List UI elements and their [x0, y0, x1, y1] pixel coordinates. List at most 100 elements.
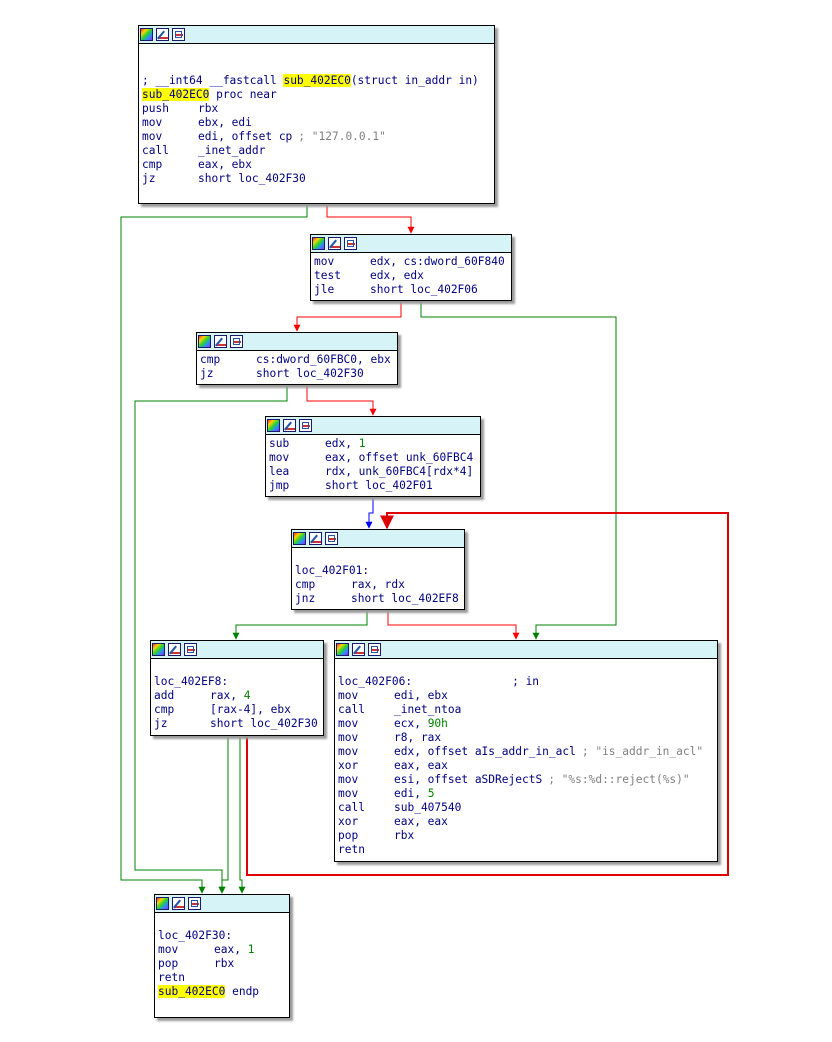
edge-loop-to-ef8[interactable]	[232, 610, 368, 640]
block-sub-402ec0-entry[interactable]: ; __int64 __fastcall sub_402EC0(struct i…	[138, 25, 495, 204]
instruction-row[interactable]: jz short loc_402F30	[142, 172, 491, 186]
instruction-row[interactable]: cmp cs:dword_60FBC0, ebx	[200, 353, 394, 367]
rename-pencil-icon[interactable]	[352, 643, 365, 656]
graph-view-icon[interactable]	[184, 643, 197, 656]
block-loc-402f01[interactable]: loc_402F01: cmp rax, rdx jnz short loc_402E…	[291, 529, 465, 610]
instruction-row[interactable]: call _inet_ntoa	[338, 703, 714, 717]
mnemonic: jz	[154, 717, 168, 730]
graph-view-icon[interactable]	[299, 419, 312, 432]
instruction-row[interactable]: pop rbx	[338, 829, 714, 843]
instruction-row[interactable]: push rbx	[142, 102, 491, 116]
instruction-row[interactable]: mov ecx, 90h	[338, 717, 714, 731]
instruction-row[interactable]: cmp eax, ebx	[142, 158, 491, 172]
instruction-row[interactable]: jnz short loc_402EF8	[295, 592, 461, 606]
instruction-row[interactable]: mov edx, cs:dword_60F840	[314, 255, 508, 269]
color-palette-icon[interactable]	[267, 419, 280, 432]
block-setup-loop[interactable]: sub edx, 1 mov eax, offset unk_60FBC4 lea rdx…	[265, 416, 481, 497]
instruction-row[interactable]: mov edx, offset aIs_addr_in_acl ; "is_addr…	[338, 745, 714, 759]
location-label[interactable]: loc_402EF8:	[154, 675, 320, 689]
block-loc-402f06[interactable]: loc_402F06: ; in mov edi, ebx call _inet_nto…	[334, 640, 718, 862]
instruction-row[interactable]: test edx, edx	[314, 269, 508, 283]
color-palette-icon[interactable]	[198, 335, 211, 348]
block-check-count[interactable]: mov edx, cs:dword_60F840 test edx, edx jle sh…	[310, 234, 512, 301]
instruction-row[interactable]: mov esi, offset aSDRejectS ; "%s:%d::rejec…	[338, 773, 714, 787]
rename-pencil-icon[interactable]	[283, 419, 296, 432]
comment: ; "is_addr_in_acl"	[581, 745, 704, 758]
proc-label-highlight[interactable]: sub_402EC0	[142, 88, 210, 101]
color-palette-icon[interactable]	[152, 643, 165, 656]
edge-setup-to-loop[interactable]	[365, 497, 374, 529]
location-label[interactable]: loc_402F01:	[295, 564, 461, 578]
instruction-row[interactable]: cmp [rax-4], ebx	[154, 703, 320, 717]
edge-entry-to-check[interactable]	[326, 204, 415, 234]
immediate-value: 4	[243, 689, 251, 702]
instruction-row[interactable]: mov eax, 1	[158, 943, 286, 957]
instruction-row[interactable]: mov edi, 5	[338, 787, 714, 801]
graph-view-icon[interactable]	[325, 532, 338, 545]
color-palette-icon[interactable]	[156, 897, 169, 910]
instruction-row[interactable]: mov ebx, edi	[142, 116, 491, 130]
instruction-row[interactable]: jmp short loc_402F01	[269, 479, 477, 493]
rename-pencil-icon[interactable]	[309, 532, 322, 545]
instruction-row[interactable]: retn	[158, 971, 286, 985]
instruction-row[interactable]: mov r8, rax	[338, 731, 714, 745]
location-label[interactable]: loc_402F30:	[158, 929, 286, 943]
color-palette-icon[interactable]	[336, 643, 349, 656]
operands: _inet_ntoa	[394, 703, 462, 716]
operands: edx, offset aIs_addr_in_acl	[394, 745, 576, 758]
graph-view-icon[interactable]	[172, 28, 185, 41]
mnemonic: cmp	[295, 578, 316, 591]
edge-loop-to-reject[interactable]	[387, 610, 520, 640]
instruction-row[interactable]: mov edi, offset cp ; "127.0.0.1"	[142, 130, 491, 144]
rename-pencil-icon[interactable]	[168, 643, 181, 656]
instruction-row[interactable]: mov edi, ebx	[338, 689, 714, 703]
instruction-row[interactable]: xor eax, eax	[338, 815, 714, 829]
rename-pencil-icon[interactable]	[172, 897, 185, 910]
instruction-row[interactable]: lea rdx, unk_60FBC4[rdx*4]	[269, 465, 477, 479]
instruction-row[interactable]: mov eax, offset unk_60FBC4	[269, 451, 477, 465]
rename-pencil-icon[interactable]	[156, 28, 169, 41]
operands: short loc_402F06	[370, 283, 478, 296]
block-loc-402ef8[interactable]: loc_402EF8: add rax, 4 cmp [rax-4], ebx jz sh…	[150, 640, 324, 736]
instruction-row[interactable]: call sub_407540	[338, 801, 714, 815]
edge-ef8-to-exit[interactable]	[218, 736, 229, 894]
graph-view-icon[interactable]	[368, 643, 381, 656]
mnemonic: jmp	[269, 479, 290, 492]
mnemonic: retn	[158, 971, 185, 984]
graph-view-icon[interactable]	[230, 335, 243, 348]
instruction-row[interactable]: jle short loc_402F06	[314, 283, 508, 297]
instruction-row[interactable]: cmp rax, rdx	[295, 578, 461, 592]
function-name-highlight[interactable]: sub_402EC0	[283, 74, 351, 87]
color-palette-icon[interactable]	[140, 28, 153, 41]
block-cmp-first[interactable]: cmp cs:dword_60FBC0, ebx jz short loc_402F3…	[196, 332, 398, 385]
location-label[interactable]: loc_402F06:	[338, 675, 412, 688]
endp-label-highlight[interactable]: sub_402EC0	[158, 985, 226, 998]
block-code: sub edx, 1 mov eax, offset unk_60FBC4 lea rdx…	[266, 435, 480, 497]
mnemonic: call	[142, 144, 169, 157]
rename-pencil-icon[interactable]	[214, 335, 227, 348]
instruction-row[interactable]: jz short loc_402F30	[200, 367, 394, 381]
edge-check-to-cmp[interactable]	[293, 301, 402, 332]
mnemonic: mov	[158, 943, 179, 956]
instruction-row[interactable]: jz short loc_402F30	[154, 717, 320, 731]
graph-view-icon[interactable]	[188, 897, 201, 910]
immediate-value: 90h	[427, 717, 448, 730]
instruction-row[interactable]: retn	[338, 843, 714, 857]
block-loc-402f30[interactable]: loc_402F30: mov eax, 1 pop rbx retn sub_402E…	[154, 894, 290, 1018]
instruction-row[interactable]: pop rbx	[158, 957, 286, 971]
edge-entry-to-exit[interactable]	[120, 204, 308, 894]
immediate-value: 1	[247, 943, 255, 956]
operands: edx, edx	[370, 269, 424, 282]
instruction-row[interactable]: xor eax, eax	[338, 759, 714, 773]
graph-view-icon[interactable]	[344, 237, 357, 250]
instruction-row[interactable]: sub edx, 1	[269, 437, 477, 451]
operands: cs:dword_60FBC0, ebx	[256, 353, 391, 366]
instruction-row[interactable]: call _inet_addr	[142, 144, 491, 158]
color-palette-icon[interactable]	[293, 532, 306, 545]
block-code: loc_402EF8: add rax, 4 cmp [rax-4], ebx jz sh…	[151, 659, 323, 735]
edge-ef8-exit-secondary[interactable]	[238, 736, 246, 894]
instruction-row[interactable]: add rax, 4	[154, 689, 320, 703]
color-palette-icon[interactable]	[312, 237, 325, 250]
rename-pencil-icon[interactable]	[328, 237, 341, 250]
edge-cmp-to-setup[interactable]	[306, 385, 377, 416]
